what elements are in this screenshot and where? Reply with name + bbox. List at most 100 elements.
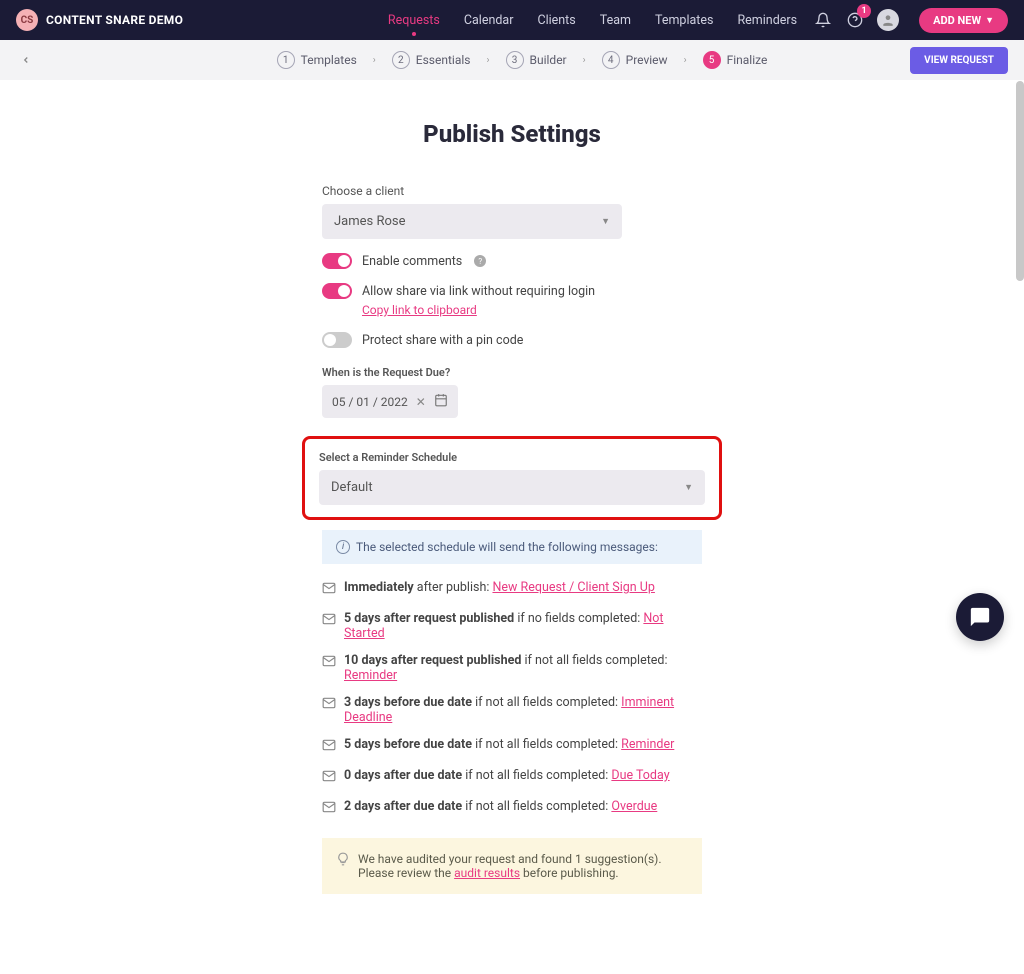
- view-request-button[interactable]: VIEW REQUEST: [910, 47, 1008, 74]
- schedule-row: 10 days after request published if not a…: [322, 653, 702, 683]
- toggle-pin[interactable]: [322, 332, 352, 348]
- nav-icons: 1 ADD NEW ▼: [813, 8, 1008, 33]
- copy-link[interactable]: Copy link to clipboard: [362, 303, 477, 317]
- avatar[interactable]: [877, 9, 899, 31]
- reminder-select[interactable]: Default ▼: [319, 470, 705, 505]
- schedule-link[interactable]: New Request / Client Sign Up: [492, 580, 654, 595]
- help-icon[interactable]: ?: [474, 255, 486, 267]
- schedule-text: 5 days after request published if no fie…: [344, 611, 702, 641]
- schedule-row: 0 days after due date if not all fields …: [322, 768, 702, 787]
- brand-badge: CS: [16, 9, 38, 31]
- client-value: James Rose: [334, 214, 406, 229]
- toggle-comments-label: Enable comments: [362, 254, 462, 269]
- toggle-share-row: Allow share via link without requiring l…: [322, 283, 702, 299]
- nav-team[interactable]: Team: [600, 13, 631, 28]
- schedule-info: i The selected schedule will send the fo…: [322, 530, 702, 564]
- schedule-list: Immediately after publish: New Request /…: [172, 580, 852, 818]
- audit-results-link[interactable]: audit results: [454, 866, 520, 880]
- toggle-comments[interactable]: [322, 253, 352, 269]
- clear-date-icon[interactable]: ✕: [416, 395, 426, 409]
- chevron-down-icon: ▼: [684, 482, 693, 493]
- schedule-row: Immediately after publish: New Request /…: [322, 580, 702, 599]
- audit-box: We have audited your request and found 1…: [322, 838, 702, 894]
- schedule-text: 0 days after due date if not all fields …: [344, 768, 670, 783]
- chevron-down-icon: ▼: [985, 15, 994, 26]
- step-templates[interactable]: 1 Templates: [277, 51, 357, 69]
- schedule-row: 5 days before due date if not all fields…: [322, 737, 702, 756]
- schedule-text: 2 days after due date if not all fields …: [344, 799, 657, 814]
- main: Publish Settings Choose a client James R…: [172, 80, 852, 974]
- audit-text: We have audited your request and found 1…: [358, 852, 662, 880]
- help-badge: 1: [857, 4, 871, 18]
- help-icon[interactable]: 1: [845, 10, 865, 30]
- calendar-icon[interactable]: [434, 393, 448, 410]
- schedule-row: 3 days before due date if not all fields…: [322, 695, 702, 725]
- toggle-comments-row: Enable comments ?: [322, 253, 702, 269]
- add-new-button[interactable]: ADD NEW ▼: [919, 8, 1008, 33]
- due-section: When is the Request Due? 05 / 01 / 2022 …: [322, 366, 702, 418]
- due-label: When is the Request Due?: [322, 366, 702, 379]
- step-finalize[interactable]: 5 Finalize: [703, 51, 768, 69]
- add-new-label: ADD NEW: [933, 14, 981, 27]
- envelope-icon: [322, 654, 336, 672]
- back-button[interactable]: [16, 50, 36, 70]
- step-label: Finalize: [727, 53, 768, 67]
- page-title: Publish Settings: [172, 120, 852, 148]
- bell-icon[interactable]: [813, 10, 833, 30]
- reminder-value: Default: [331, 480, 373, 495]
- lightbulb-icon: [336, 852, 350, 880]
- toggle-pin-label: Protect share with a pin code: [362, 333, 523, 348]
- steps: 1 Templates › 2Essentials › 3Builder › 4Preview…: [277, 51, 768, 69]
- schedule-text: 5 days before due date if not all fields…: [344, 737, 674, 752]
- toggle-pin-row: Protect share with a pin code: [322, 332, 702, 348]
- step-number: 4: [602, 51, 620, 69]
- envelope-icon: [322, 800, 336, 818]
- reminder-highlight: Select a Reminder Schedule Default ▼: [302, 436, 722, 520]
- envelope-icon: [322, 738, 336, 756]
- schedule-text: 3 days before due date if not all fields…: [344, 695, 702, 725]
- schedule-row: 5 days after request published if no fie…: [322, 611, 702, 641]
- scrollbar[interactable]: [1016, 81, 1024, 281]
- step-builder[interactable]: 3Builder: [506, 51, 567, 69]
- schedule-link[interactable]: Reminder: [344, 668, 397, 683]
- topbar: CS CONTENT SNARE DEMO Requests Calendar Cl…: [0, 0, 1024, 40]
- toggle-share[interactable]: [322, 283, 352, 299]
- client-label: Choose a client: [322, 184, 702, 198]
- due-date-input[interactable]: 05 / 01 / 2022 ✕: [322, 385, 458, 418]
- step-label: Builder: [530, 53, 567, 67]
- due-date-value: 05 / 01 / 2022: [332, 395, 408, 409]
- brand-name: CONTENT SNARE DEMO: [46, 13, 183, 27]
- envelope-icon: [322, 769, 336, 787]
- nav-reminders[interactable]: Reminders: [737, 13, 797, 28]
- step-number: 5: [703, 51, 721, 69]
- nav-clients[interactable]: Clients: [537, 13, 575, 28]
- chevron-right-icon: ›: [684, 55, 687, 66]
- nav-calendar[interactable]: Calendar: [464, 13, 514, 28]
- schedule-link[interactable]: Due Today: [611, 768, 669, 783]
- info-icon: i: [336, 540, 350, 554]
- envelope-icon: [322, 696, 336, 714]
- schedule-row: 2 days after due date if not all fields …: [322, 799, 702, 818]
- step-preview[interactable]: 4Preview: [602, 51, 668, 69]
- client-select[interactable]: James Rose ▼: [322, 204, 622, 239]
- schedule-info-text: The selected schedule will send the foll…: [356, 540, 658, 554]
- step-essentials[interactable]: 2Essentials: [392, 51, 471, 69]
- chevron-right-icon: ›: [373, 55, 376, 66]
- step-number: 1: [277, 51, 295, 69]
- stepbar: 1 Templates › 2Essentials › 3Builder › 4Preview…: [0, 40, 1024, 80]
- schedule-text: 10 days after request published if not a…: [344, 653, 702, 683]
- schedule-text: Immediately after publish: New Request /…: [344, 580, 655, 595]
- chat-button[interactable]: [956, 593, 1004, 641]
- step-number: 2: [392, 51, 410, 69]
- schedule-link[interactable]: Overdue: [611, 799, 657, 814]
- chevron-down-icon: ▼: [601, 216, 610, 227]
- step-label: Templates: [301, 53, 357, 67]
- reminder-label: Select a Reminder Schedule: [319, 451, 705, 464]
- nav-templates[interactable]: Templates: [655, 13, 713, 28]
- nav-requests[interactable]: Requests: [388, 13, 440, 28]
- client-section: Choose a client James Rose ▼ Enable comm…: [172, 184, 852, 418]
- chevron-right-icon: ›: [486, 55, 489, 66]
- schedule-link[interactable]: Reminder: [621, 737, 674, 752]
- toggle-share-label: Allow share via link without requiring l…: [362, 284, 595, 299]
- envelope-icon: [322, 581, 336, 599]
